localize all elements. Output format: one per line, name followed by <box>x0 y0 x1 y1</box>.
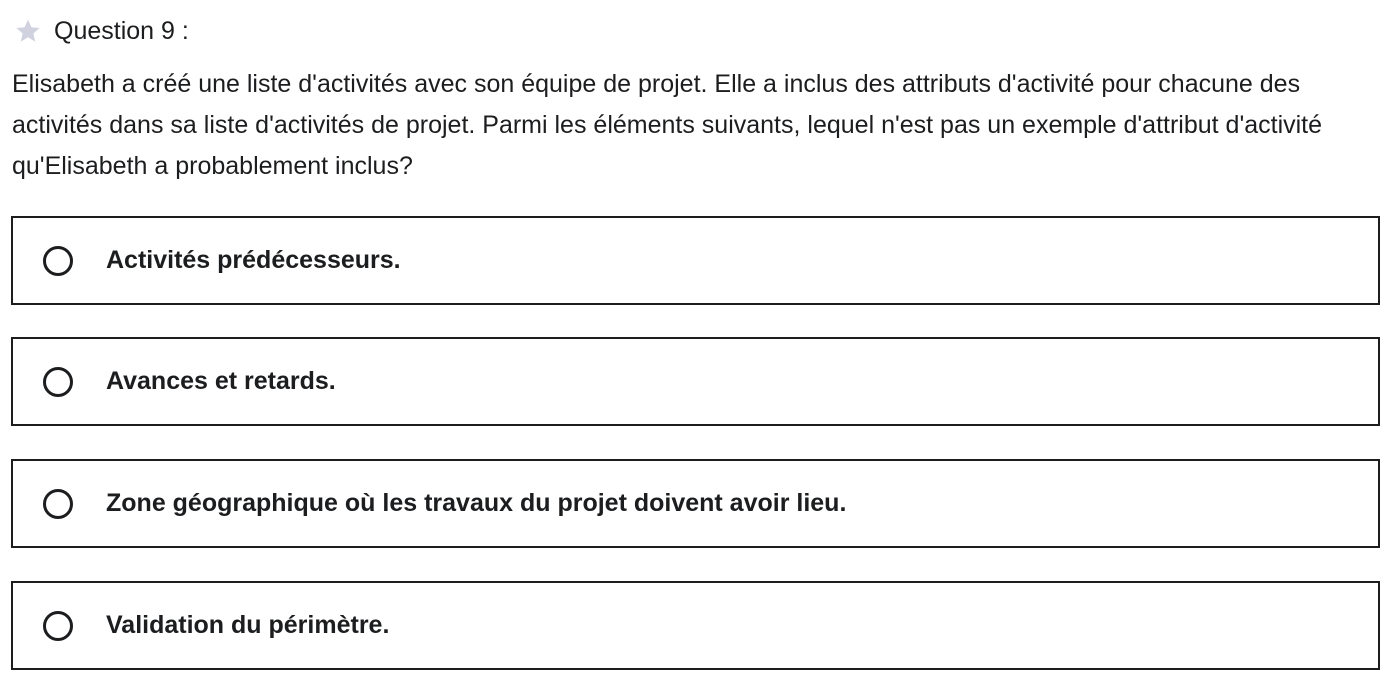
answer-option-label: Avances et retards. <box>106 367 336 395</box>
answer-option-4[interactable]: Validation du périmètre. <box>11 581 1380 670</box>
radio-button-icon[interactable] <box>43 245 73 276</box>
question-text: Elisabeth a créé une liste d'activités a… <box>12 70 1323 180</box>
answer-option-label: Activités prédécesseurs. <box>106 246 401 274</box>
question-header: Question 9 : <box>14 14 189 48</box>
radio-button-icon[interactable] <box>43 366 73 397</box>
radio-button-icon[interactable] <box>43 610 73 641</box>
radio-button-icon[interactable] <box>43 488 73 519</box>
answer-option-1[interactable]: Activités prédécesseurs. <box>11 216 1380 305</box>
answer-option-2[interactable]: Avances et retards. <box>11 337 1380 426</box>
answer-option-3[interactable]: Zone géographique où les travaux du proj… <box>11 459 1380 548</box>
question-label: Question 9 : <box>54 16 189 45</box>
answer-option-label: Zone géographique où les travaux du proj… <box>106 489 847 517</box>
answer-option-label: Validation du périmètre. <box>106 611 390 639</box>
star-icon[interactable] <box>14 17 42 45</box>
